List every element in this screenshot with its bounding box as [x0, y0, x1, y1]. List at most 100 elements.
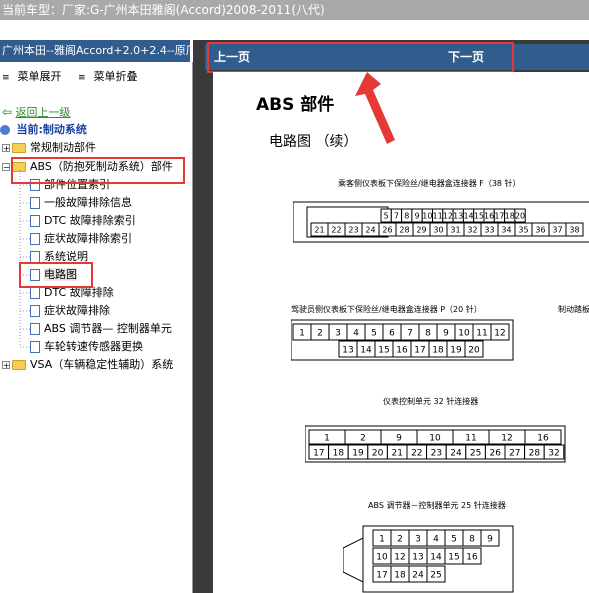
pin-label: 23: [431, 449, 442, 459]
pin-label: 8: [469, 535, 475, 545]
pin-label: 8: [425, 329, 431, 339]
pin-label: 18: [394, 571, 406, 581]
connector-f-diagram: 5 7 8 9 10 11 12 13 14 15 16 17 18 20 21 22 23 24 26 28 29 3…: [293, 201, 589, 243]
pin-label: 4: [433, 535, 439, 545]
tree-item-symptom-troubleshooting[interactable]: 症状故障排除: [30, 302, 110, 320]
pin-label: 31: [450, 226, 460, 235]
pin-label: 19: [450, 346, 462, 356]
pin-label: 22: [411, 449, 422, 459]
pin-label: 8: [404, 212, 409, 221]
pin-label: 12: [501, 434, 512, 444]
window-title: 当前车型：厂家:G-广州本田雅阁(Accord)2008-2011(八代): [0, 0, 589, 20]
pin-label: 16: [484, 212, 494, 221]
pin-label: 11: [465, 434, 476, 444]
pin-label: 17: [414, 346, 425, 356]
tree-item-wheel-sensor[interactable]: 车轮转速传感器更换: [30, 338, 143, 356]
pin-label: 9: [443, 329, 449, 339]
pin-label: 15: [378, 346, 389, 356]
pin-label: 18: [432, 346, 444, 356]
pin-label: 33: [484, 226, 494, 235]
pin-label: 10: [429, 434, 441, 444]
pin-label: 21: [391, 449, 402, 459]
pin-label: 17: [494, 212, 504, 221]
highlight-abs-box: [11, 157, 185, 184]
pin-label: 18: [505, 212, 515, 221]
pin-label: 12: [494, 329, 505, 339]
connector-32-row2: 17 18 19 20 21 22 23 24 25 26 27 28 32: [308, 444, 565, 460]
pin-label: 5: [384, 212, 389, 221]
pin-label: 3: [415, 535, 421, 545]
pin-label: 23: [348, 226, 358, 235]
pin-label: 25: [470, 449, 481, 459]
pin-label: 14: [430, 553, 442, 563]
pin-label: 27: [509, 449, 520, 459]
highlight-nav-box: [207, 42, 514, 73]
pin-label: 16: [537, 434, 549, 444]
pin-label: 15: [474, 212, 484, 221]
pin-label: 20: [468, 346, 480, 356]
connector-f-row1: 5 7 8 9 10 11 12 13 14 15 16 17 18 20: [380, 208, 526, 223]
pin-label: 10: [458, 329, 470, 339]
pin-label: 32: [548, 449, 559, 459]
pin-label: 1: [379, 535, 385, 545]
pin-label: 13: [412, 553, 423, 563]
connector-25-diagram: 1 2 3 4 5 8 910 12 13 14 15 1617 18 24 25: [343, 525, 514, 593]
pin-label: 13: [453, 212, 463, 221]
pin-label: 11: [476, 329, 487, 339]
pin-label: 38: [569, 226, 579, 235]
pin-label: 10: [422, 212, 432, 221]
pin-label: 16: [396, 346, 408, 356]
connector-p-side-caption: 制动踏板: [558, 305, 589, 314]
pin-label: 18: [333, 449, 345, 459]
tree-item-abs-modulator[interactable]: ABS 调节器— 控制器单元: [30, 320, 172, 338]
document-page: ABS 部件 电路图 （续） 乘客侧仪表板下保险丝/继电器盒连接器 F（38 针…: [213, 72, 589, 593]
pin-label: 20: [372, 449, 384, 459]
pin-label: 30: [433, 226, 443, 235]
pin-label: 28: [399, 226, 409, 235]
tree-lines: [19, 170, 30, 348]
pin-label: 12: [394, 553, 405, 563]
document-heading: ABS 部件: [256, 95, 335, 115]
pin-label: 6: [389, 329, 395, 339]
pin-label: 1: [324, 434, 330, 444]
pin-label: 28: [529, 449, 541, 459]
pin-label: 21: [314, 226, 324, 235]
pin-label: 25: [430, 571, 441, 581]
connector-25-caption: ABS 调节器－控制器单元 25 针连接器: [368, 501, 506, 510]
connector-p-caption: 驾驶员侧仪表板下保险丝/继电器盒连接器 P（20 针）: [291, 305, 482, 314]
pin-label: 9: [396, 434, 402, 444]
connector-p-row1: 1 2 3 4 5 6 7 8 9 10 11 12: [292, 323, 510, 341]
pin-label: 17: [313, 449, 324, 459]
pin-label: 36: [535, 226, 545, 235]
pin-label: 11: [433, 212, 443, 221]
pin-label: 5: [371, 329, 377, 339]
pin-label: 37: [552, 226, 562, 235]
tree-item-general-troubleshooting[interactable]: 一般故障排除信息: [30, 194, 132, 212]
pin-label: 24: [412, 571, 424, 581]
pin-label: 15: [448, 553, 459, 563]
tree-item-dtc-index[interactable]: DTC 故障排除索引: [30, 212, 136, 230]
connector-p-row2: 13 14 15 16 17 18 19 20: [338, 340, 484, 358]
pin-label: 2: [397, 535, 403, 545]
pin-label: 13: [342, 346, 353, 356]
pin-label: 2: [317, 329, 323, 339]
pin-label: 20: [515, 212, 525, 221]
tree-item-symptom-index[interactable]: 症状故障排除索引: [30, 230, 132, 248]
pin-label: 17: [376, 571, 387, 581]
pin-label: 24: [365, 226, 375, 235]
connector-f-caption: 乘客侧仪表板下保险丝/继电器盒连接器 F（38 针）: [338, 179, 521, 188]
pin-label: 7: [407, 329, 413, 339]
connector-f-row2: 21 22 23 24 26 28 29 30 31 32 33 34 35 36 37 38: [310, 222, 584, 237]
connector-32-diagram: 1 2 9 10 11 12 16 17 18 19 20 21 22 23 24 25 26 27 28 32: [305, 425, 566, 463]
pin-label: 1: [299, 329, 305, 339]
pin-label: 10: [376, 553, 388, 563]
pin-label: 9: [487, 535, 493, 545]
pin-label: 9: [415, 212, 420, 221]
pin-label: 16: [466, 553, 478, 563]
connector-32-row1: 1 2 9 10 11 12 16: [308, 429, 562, 445]
pin-label: 14: [360, 346, 372, 356]
collapse-menu-button[interactable]: ≡ 菜单折叠: [78, 68, 138, 84]
pin-label: 4: [353, 329, 359, 339]
pin-label: 12: [443, 212, 453, 221]
pin-label: 2: [360, 434, 366, 444]
